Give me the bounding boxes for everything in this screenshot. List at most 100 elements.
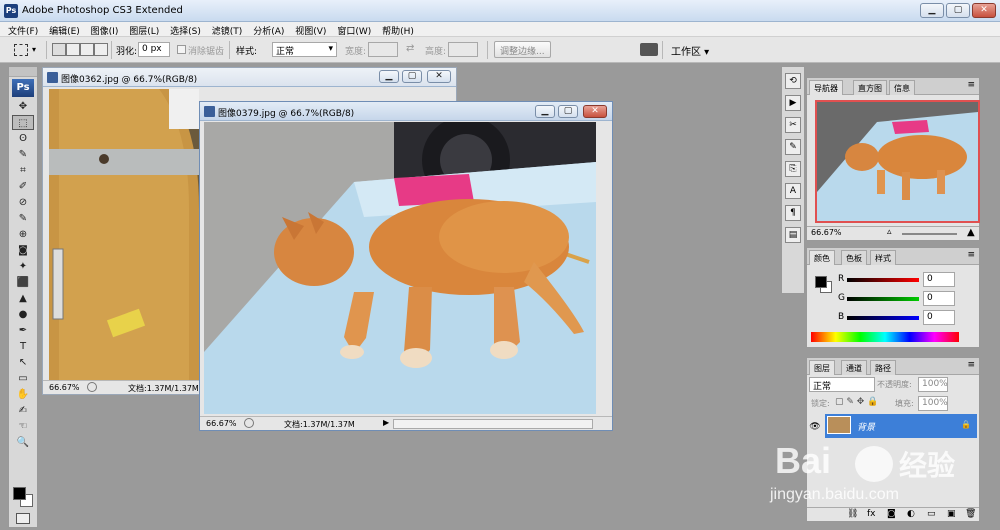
zoom-tool-icon[interactable]: 🔍 (12, 435, 34, 450)
healing-brush-icon[interactable]: ⊘ (12, 195, 34, 210)
tab-channels[interactable]: 通道 (841, 360, 867, 375)
tab-navigator[interactable]: 导航器 (809, 80, 843, 95)
doc-minimize-button[interactable]: ▁ (535, 105, 555, 118)
navigator-preview[interactable] (815, 100, 980, 223)
doc-close-button[interactable]: ✕ (583, 105, 607, 118)
layer-comps-icon[interactable]: ▤ (785, 227, 801, 243)
path-select-icon[interactable]: ↖ (12, 355, 34, 370)
foreground-color[interactable] (13, 487, 26, 500)
layer-name[interactable]: 背景 (857, 420, 875, 433)
zoom-out-icon[interactable]: ▵ (887, 227, 892, 237)
brush-tool-icon[interactable]: ✎ (12, 211, 34, 226)
menu-analysis[interactable]: 分析(A) (249, 22, 288, 37)
doc-minimize-button[interactable]: ▁ (379, 70, 399, 83)
green-slider[interactable] (847, 297, 919, 301)
menu-edit[interactable]: 编辑(E) (45, 22, 84, 37)
document-canvas[interactable] (204, 122, 596, 414)
tab-swatches[interactable]: 色板 (841, 250, 867, 265)
notes-tool-icon[interactable]: ✋ (12, 387, 34, 402)
character-icon[interactable]: A (785, 183, 801, 199)
zoom-slider[interactable] (902, 233, 957, 235)
panel-grip[interactable] (9, 67, 37, 77)
status-menu-icon[interactable] (87, 382, 97, 392)
hand-tool-icon[interactable]: ☜ (12, 419, 34, 434)
clone-stamp-icon[interactable]: ⊕ (12, 227, 34, 242)
history-brush-icon[interactable]: ◙ (12, 243, 34, 258)
menu-select[interactable]: 选择(S) (166, 22, 205, 37)
document-titlebar[interactable]: 图像0362.jpg @ 66.7%(RGB/8) ▁ ▢ ✕ (43, 68, 456, 87)
actions-icon[interactable]: ▶ (785, 95, 801, 111)
vertical-scrollbar[interactable] (598, 122, 610, 414)
eraser-tool-icon[interactable]: ✦ (12, 259, 34, 274)
status-menu-icon[interactable] (244, 418, 254, 428)
menu-file[interactable]: 文件(F) (0, 22, 42, 37)
panel-menu-icon[interactable]: ≡ (967, 80, 975, 90)
tab-paths[interactable]: 路径 (870, 360, 896, 375)
menu-window[interactable]: 窗口(W) (333, 22, 375, 37)
document-window-0379[interactable]: 图像0379.jpg @ 66.7%(RGB/8) ▁ ▢ ✕ 66.67% 文… (199, 101, 613, 431)
zoom-level[interactable]: 66.67% (49, 383, 80, 392)
subtract-selection-icon[interactable] (80, 43, 94, 56)
horizontal-scrollbar[interactable] (393, 419, 593, 429)
menu-image[interactable]: 图像(I) (87, 22, 123, 37)
maximize-button[interactable]: ▢ (946, 3, 970, 18)
fill-input[interactable]: 100% (918, 396, 948, 411)
intersect-selection-icon[interactable] (94, 43, 108, 56)
move-tool-icon[interactable]: ✥ (12, 99, 34, 114)
palette-well-icon[interactable] (640, 43, 658, 56)
navigator-zoom[interactable]: 66.67% (811, 228, 842, 237)
doc-close-button[interactable]: ✕ (427, 70, 451, 83)
status-arrow-icon[interactable]: ▶ (383, 418, 389, 427)
foreground-swatch[interactable] (815, 276, 827, 288)
feather-input[interactable]: 0 px (138, 42, 170, 57)
menu-help[interactable]: 帮助(H) (378, 22, 418, 37)
zoom-in-icon[interactable]: ▲ (967, 227, 975, 238)
zoom-level[interactable]: 66.67% (206, 419, 237, 428)
brushes-icon[interactable]: ✎ (785, 139, 801, 155)
crop-tool-icon[interactable]: ⌗ (12, 163, 34, 178)
doc-maximize-button[interactable]: ▢ (402, 70, 422, 83)
tool-presets-icon[interactable]: ✂ (785, 117, 801, 133)
panel-menu-icon[interactable]: ≡ (967, 250, 975, 260)
red-value-input[interactable]: 0 (923, 272, 955, 287)
lock-icons[interactable]: ▢ ✎ ✥ 🔒 (835, 397, 878, 407)
blue-value-input[interactable]: 0 (923, 310, 955, 325)
menu-layer[interactable]: 图层(L) (125, 22, 163, 37)
tab-histogram[interactable]: 直方图 (853, 80, 887, 95)
tab-color[interactable]: 颜色 (809, 250, 835, 265)
menu-view[interactable]: 视图(V) (291, 22, 330, 37)
tab-info[interactable]: 信息 (889, 80, 915, 95)
layer-row-background[interactable]: 背景 🔒 (825, 414, 977, 438)
refine-edge-button[interactable]: 调整边缘... (494, 41, 551, 58)
tab-styles[interactable]: 样式 (870, 250, 896, 265)
gradient-tool-icon[interactable]: ⬛ (12, 275, 34, 290)
dodge-tool-icon[interactable]: ● (12, 307, 34, 322)
doc-maximize-button[interactable]: ▢ (558, 105, 578, 118)
blend-mode-select[interactable]: 正常 (809, 377, 875, 392)
style-select[interactable]: 正常 ▾ (272, 42, 337, 57)
paragraph-icon[interactable]: ¶ (785, 205, 801, 221)
eye-icon[interactable]: 👁 (809, 416, 821, 438)
green-value-input[interactable]: 0 (923, 291, 955, 306)
quick-mask-icon[interactable] (16, 513, 30, 524)
blue-slider[interactable] (847, 316, 919, 320)
width-input[interactable] (368, 42, 398, 57)
lasso-tool-icon[interactable]: ʘ (12, 131, 34, 146)
menu-filter[interactable]: 滤镜(T) (208, 22, 247, 37)
marquee-tool-icon[interactable]: ⬚ (12, 115, 34, 130)
slice-tool-icon[interactable]: ✐ (12, 179, 34, 194)
marquee-preset-icon[interactable] (14, 44, 28, 56)
red-slider[interactable] (847, 278, 919, 282)
minimize-button[interactable]: ▁ (920, 3, 944, 18)
document-canvas[interactable] (49, 89, 199, 380)
type-tool-icon[interactable]: T (12, 339, 34, 354)
new-selection-icon[interactable] (52, 43, 66, 56)
blur-tool-icon[interactable]: ▲ (12, 291, 34, 306)
height-input[interactable] (448, 42, 478, 57)
swap-icon[interactable]: ⇄ (406, 43, 414, 54)
chevron-down-icon[interactable]: ▾ (32, 45, 36, 54)
history-icon[interactable]: ⟲ (785, 73, 801, 89)
magic-wand-tool-icon[interactable]: ✎ (12, 147, 34, 162)
tab-layers[interactable]: 图层 (809, 360, 835, 375)
shape-tool-icon[interactable]: ▭ (12, 371, 34, 386)
